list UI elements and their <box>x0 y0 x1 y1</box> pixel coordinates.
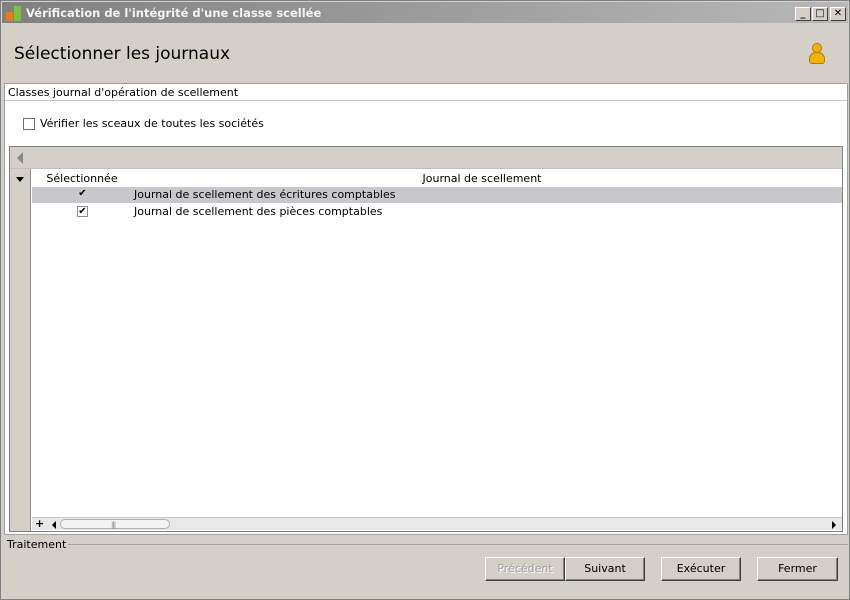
add-row-button[interactable]: + <box>35 517 44 530</box>
selected-checkbox[interactable]: ✔ <box>77 206 88 217</box>
nav-left-arrow-icon[interactable] <box>17 152 23 164</box>
execute-button[interactable]: Exécuter <box>661 557 741 581</box>
column-header-selected[interactable]: Sélectionnée <box>32 172 132 185</box>
scroll-left-icon[interactable] <box>52 521 56 529</box>
table-row[interactable]: ✔ Journal de scellement des pièces compt… <box>32 204 842 220</box>
previous-button[interactable]: Précédent <box>485 557 565 581</box>
grid-header-row: Sélectionnée Journal de scellement <box>32 169 842 187</box>
close-window-button[interactable]: ✕ <box>830 7 846 21</box>
next-button[interactable]: Suivant <box>565 557 645 581</box>
traitement-divider <box>61 544 848 545</box>
window-title: Vérification de l'intégrité d'une classe… <box>26 6 322 20</box>
scroll-thumb[interactable]: ||| <box>60 519 170 529</box>
horizontal-scrollbar[interactable]: + ||| <box>32 517 842 530</box>
page-header: Sélectionner les journaux <box>2 23 848 82</box>
close-button[interactable]: Fermer <box>757 557 838 581</box>
check-all-companies-checkbox[interactable] <box>23 118 35 130</box>
dialog-window: Vérification de l'intégrité d'une classe… <box>0 0 850 600</box>
page-title: Sélectionner les journaux <box>14 44 231 64</box>
grid-nav-bar <box>10 147 842 169</box>
column-header-journal[interactable]: Journal de scellement <box>132 172 832 185</box>
scroll-right-icon[interactable] <box>832 521 836 529</box>
journal-grid: Sélectionnée Journal de scellement ✔ Jou… <box>9 146 843 532</box>
traitement-label: Traitement <box>7 538 69 551</box>
group-divider <box>5 100 847 101</box>
row-selector-column <box>10 169 31 531</box>
maximize-button[interactable]: □ <box>812 7 828 21</box>
journal-panel: Classes journal d'opération de scellemen… <box>4 83 848 535</box>
table-row[interactable]: ✔ Journal de scellement des écritures co… <box>32 187 842 203</box>
user-icon[interactable] <box>808 43 826 65</box>
journal-cell: Journal de scellement des écritures comp… <box>134 188 396 201</box>
grid-menu-arrow-icon[interactable] <box>16 177 24 182</box>
check-all-companies-label[interactable]: Vérifier les sceaux de toutes les sociét… <box>40 117 264 130</box>
selected-checkbox[interactable]: ✔ <box>77 189 88 200</box>
app-icon <box>6 6 22 22</box>
minimize-button[interactable]: _ <box>795 7 811 21</box>
journal-cell: Journal de scellement des pièces comptab… <box>134 205 383 218</box>
scroll-grip-icon: ||| <box>111 521 116 529</box>
group-label: Classes journal d'opération de scellemen… <box>8 86 239 99</box>
title-bar[interactable]: Vérification de l'intégrité d'une classe… <box>2 2 848 23</box>
